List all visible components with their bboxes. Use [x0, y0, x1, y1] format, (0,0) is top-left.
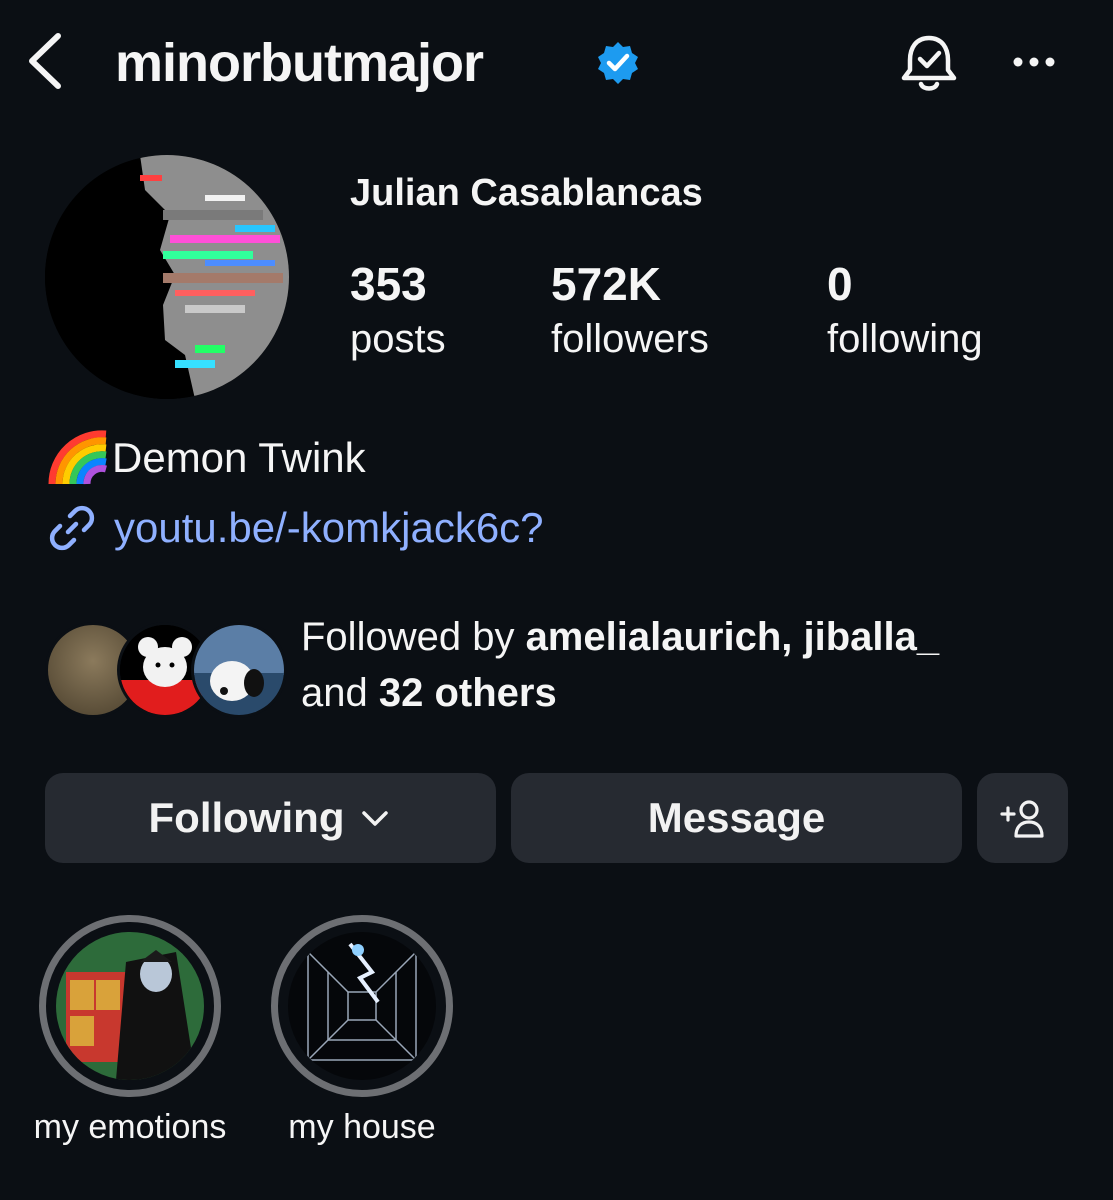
profile-link-text: youtu.be/-komkjack6c? [114, 504, 544, 551]
more-horizontal-icon [1013, 57, 1055, 67]
chevron-left-icon [29, 33, 61, 89]
stat-followers[interactable]: 572K followers [551, 256, 709, 366]
stat-followers-label: followers [551, 317, 709, 361]
followed-by-others: 32 others [378, 671, 557, 715]
more-options-button[interactable] [1010, 52, 1058, 72]
profile-full-name: Julian Casablancas [350, 172, 703, 214]
add-user-icon [999, 800, 1044, 838]
notifications-button[interactable] [896, 30, 962, 96]
story-highlight-my-house[interactable] [271, 915, 453, 1097]
highlight-label: my house [288, 1108, 436, 1146]
mutual-followers-avatars[interactable] [45, 622, 287, 718]
stat-posts[interactable]: 353 posts [350, 256, 446, 366]
profile-bio: Demon Twink [48, 430, 366, 486]
story-highlight-my-emotions[interactable] [39, 915, 221, 1097]
stat-followers-count: 572K [551, 258, 661, 310]
profile-link[interactable]: youtu.be/-komkjack6c? [46, 500, 544, 556]
profile-username: minorbutmajor [115, 33, 484, 93]
mutual-avatar [191, 622, 287, 718]
stat-following-label: following [827, 317, 983, 361]
followed-by-names: amelialaurich, jiballa_ [525, 615, 940, 659]
highlight-label: my emotions [33, 1108, 227, 1146]
bell-check-icon [901, 35, 957, 91]
followed-by-text[interactable]: Followed by amelialaurich, jiballa_ and … [301, 609, 1091, 721]
stat-posts-label: posts [350, 317, 446, 361]
link-icon [49, 505, 95, 551]
stat-following-count: 0 [827, 258, 853, 310]
chevron-down-icon [362, 811, 389, 826]
suggested-users-button[interactable] [977, 773, 1068, 863]
bio-text: Demon Twink [112, 434, 366, 481]
rainbow-emoji-icon [48, 430, 107, 485]
following-button-label: Following [148, 794, 345, 841]
verified-badge-icon [595, 40, 641, 86]
stat-following[interactable]: 0 following [827, 256, 983, 366]
profile-avatar[interactable] [45, 155, 289, 399]
stat-posts-count: 353 [350, 258, 427, 310]
message-button-label: Message [647, 794, 826, 841]
message-button[interactable]: Message [511, 773, 962, 863]
back-button[interactable] [22, 30, 72, 92]
following-button[interactable]: Following [45, 773, 496, 863]
